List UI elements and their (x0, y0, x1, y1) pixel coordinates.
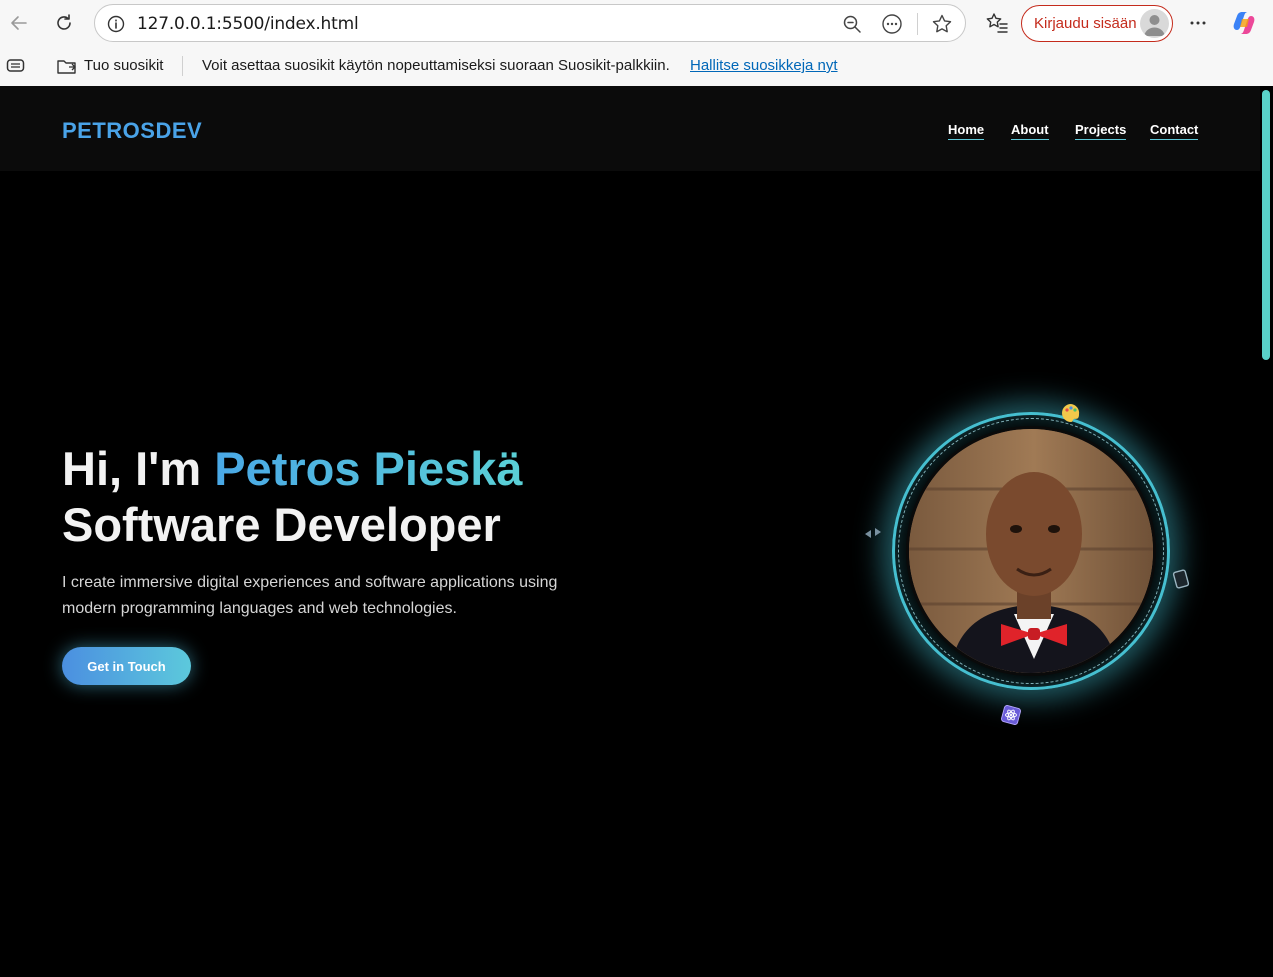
read-aloud-icon[interactable] (881, 13, 903, 35)
nav-about[interactable]: About (1011, 122, 1049, 140)
nav-home[interactable]: Home (948, 122, 985, 140)
site-header: PETROSDEV Home About Projects Contact (0, 86, 1260, 171)
refresh-icon[interactable] (50, 9, 78, 37)
address-bar[interactable]: 127.0.0.1:5500/index.html (94, 4, 966, 42)
signin-button[interactable]: Kirjaudu sisään (1021, 5, 1173, 42)
hero-name: Petros Pieskä (214, 442, 523, 495)
browser-toolbar: 127.0.0.1:5500/index.html Kirjaudu sisää… (0, 0, 1273, 46)
import-favorites-icon[interactable] (56, 56, 78, 81)
code-icon (862, 522, 884, 544)
palette-icon (1060, 402, 1082, 424)
favorites-divider (182, 56, 183, 76)
site-logo[interactable]: PETROSDEV (62, 118, 202, 144)
back-arrow-icon[interactable] (5, 9, 33, 37)
hero-description: I create immersive digital experiences a… (62, 574, 558, 617)
more-menu-icon[interactable] (1184, 9, 1212, 37)
url-text[interactable]: 127.0.0.1:5500/index.html (137, 14, 359, 34)
portrait-container (865, 404, 1170, 690)
favorite-star-icon[interactable] (931, 13, 953, 35)
get-in-touch-button[interactable]: Get in Touch (62, 647, 191, 685)
zoom-out-icon[interactable] (841, 13, 863, 35)
profile-avatar-icon (1140, 9, 1169, 38)
import-favorites-button[interactable]: Tuo suosikit (84, 57, 163, 74)
device-icon-shape (1172, 655, 1194, 677)
signin-label: Kirjaudu sisään (1034, 15, 1137, 32)
tab-actions-icon[interactable] (6, 57, 26, 80)
address-divider (917, 13, 918, 35)
scrollbar-thumb[interactable] (1262, 90, 1270, 360)
nav-contact[interactable]: Contact (1150, 122, 1199, 140)
hero-role: Software Developer (62, 498, 501, 551)
site-info-icon[interactable] (105, 13, 127, 35)
favorites-message: Voit asettaa suosikit käytön nopeuttamis… (202, 57, 670, 74)
react-icon (1000, 704, 1022, 726)
nav-projects[interactable]: Projects (1075, 122, 1127, 140)
favorites-list-icon[interactable] (983, 9, 1011, 37)
copilot-icon[interactable] (1230, 9, 1258, 37)
tablet-icon (1170, 568, 1192, 590)
page-viewport: PETROSDEV Home About Projects Contact Hi… (0, 86, 1273, 977)
favorites-bar: Tuo suosikit Voit asettaa suosikit käytö… (0, 46, 1273, 86)
hero-greeting: Hi, I'm (62, 442, 215, 495)
manage-favorites-link[interactable]: Hallitse suosikkeja nyt (690, 57, 838, 74)
profile-photo (906, 426, 1156, 676)
hero-title: Hi, I'm Petros Pieskä Software Developer (62, 441, 523, 553)
